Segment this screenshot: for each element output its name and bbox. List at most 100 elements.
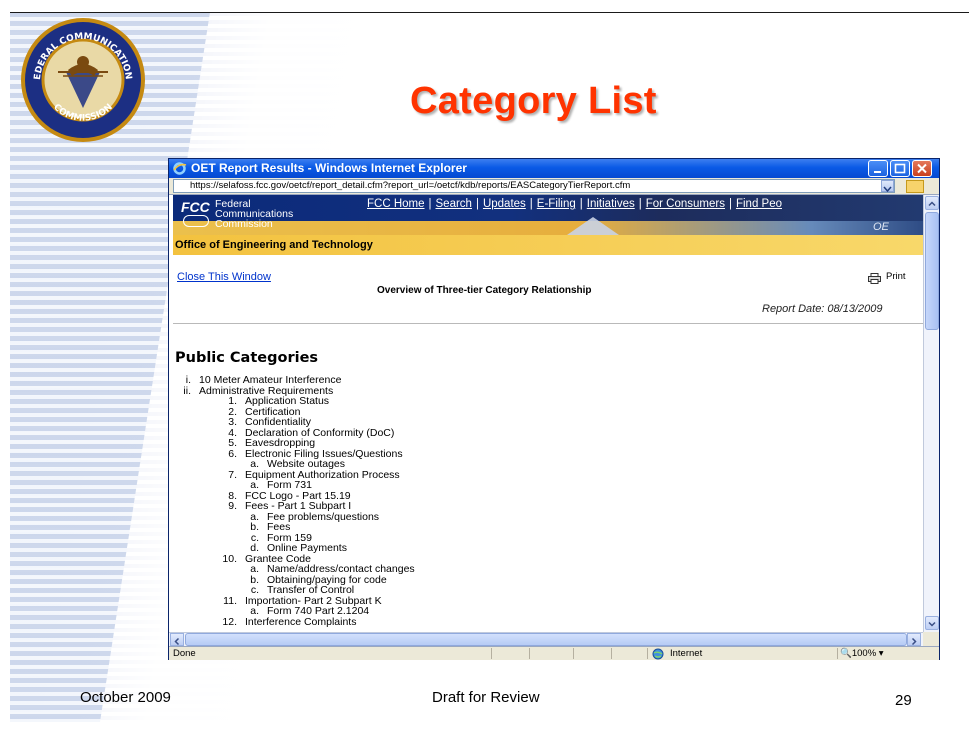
fcc-org-name: Federal Communications Commission (215, 199, 293, 230)
status-divider (491, 648, 492, 659)
fcc-org-name-line3: Commission (215, 218, 273, 230)
category-item-number: 9. (228, 500, 237, 512)
category-item-label: Website outages (267, 458, 346, 470)
maximize-button[interactable] (890, 160, 910, 177)
fcc-top-nav: FCC Home | Search | Updates | E-Filing | Initiat… (367, 198, 782, 210)
category-item-number: 7. (228, 468, 237, 481)
minimize-button[interactable] (868, 160, 888, 177)
category-item-label: Eavesdropping (245, 437, 316, 449)
category-item-label: Interference Complaints (245, 615, 357, 628)
slide: FEDERAL COMMUNICATIONS COMMISSION Catego… (0, 0, 969, 732)
nav-separator: | (428, 198, 432, 210)
status-divider (647, 648, 648, 659)
nav-link-fcc-home[interactable]: FCC Home (367, 198, 425, 210)
zoom-level: 100% (851, 648, 877, 659)
security-zone[interactable]: Internet (650, 647, 702, 660)
status-divider (837, 648, 838, 659)
category-item-label: Fees (267, 521, 291, 533)
scroll-up-button[interactable] (925, 196, 939, 210)
category-item-number: 10. (222, 552, 237, 565)
window-title: OET Report Results - Windows Internet Ex… (191, 161, 467, 175)
nav-link-initiatives[interactable]: Initiatives (587, 198, 635, 210)
category-item-label: Application Status (245, 395, 330, 407)
nav-separator: | (529, 198, 533, 210)
chevron-up-icon (928, 201, 936, 207)
report-date: Report Date: 08/13/2009 (762, 303, 883, 315)
nav-link-for-consumers[interactable]: For Consumers (646, 198, 725, 210)
category-item-number: ii. (183, 384, 191, 397)
scroll-down-button[interactable] (925, 616, 939, 630)
category-item-number: a. (250, 563, 259, 575)
horizontal-scroll-thumb[interactable] (185, 633, 907, 646)
url-input[interactable]: https://selafoss.fcc.gov/oetcf/report_de… (173, 179, 895, 193)
slide-top-rule (10, 12, 969, 13)
globe-icon (652, 648, 664, 660)
chevron-down-icon (883, 186, 892, 193)
slide-title: Category List (410, 80, 657, 122)
security-zone-label: Internet (670, 648, 703, 659)
oe-mark: OE (873, 221, 889, 233)
category-item-number: 11. (223, 594, 237, 607)
ie-browser-window[interactable]: OET Report Results - Windows Internet Ex… (168, 158, 940, 660)
fcc-logo[interactable]: FCC (181, 199, 210, 215)
scroll-right-button[interactable] (907, 633, 921, 646)
nav-link-search[interactable]: Search (436, 198, 472, 210)
minimize-icon (874, 171, 881, 173)
nav-separator: | (728, 198, 732, 210)
footer-date: October 2009 (80, 689, 171, 706)
zoom-icon: 🔍 (840, 648, 852, 659)
category-item-label: Online Payments (267, 542, 347, 554)
category-item-number: c. (250, 584, 259, 596)
footer-page-number: 29 (895, 692, 912, 709)
category-item-number: 5. (228, 437, 237, 449)
status-text: Done (173, 648, 196, 659)
category-item-number: a. (250, 479, 259, 491)
scroll-left-button[interactable] (170, 633, 184, 646)
category-item-label: 10 Meter Amateur Interference (199, 374, 342, 386)
nav-link-e-filing[interactable]: E-Filing (537, 198, 576, 210)
close-window-button[interactable] (912, 160, 932, 177)
nav-link-updates[interactable]: Updates (483, 198, 526, 210)
close-icon (917, 163, 927, 174)
page-viewport: FCC Federal Communications Commission FC… (169, 195, 923, 632)
category-item-number: 6. (228, 447, 237, 460)
category-item-label: Confidentiality (245, 416, 311, 428)
fcc-header-banner: FCC Federal Communications Commission FC… (173, 195, 923, 235)
status-divider (573, 648, 574, 659)
print-link[interactable]: Print (886, 271, 906, 282)
nav-separator: | (638, 198, 642, 210)
category-item-number: i. (185, 374, 191, 386)
fcc-seal-logo: FEDERAL COMMUNICATIONS COMMISSION (18, 12, 145, 142)
zoom-level-button[interactable]: 🔍100% ▾ (840, 647, 884, 660)
category-item-number: 3. (228, 416, 237, 428)
category-item-label: Transfer of Control (267, 584, 355, 596)
footer-draft-label: Draft for Review (432, 689, 540, 706)
category-item-label: Fees - Part 1 Subpart I (245, 500, 352, 512)
report-title: Overview of Three-tier Category Relation… (377, 285, 592, 296)
status-bar: Done Internet 🔍100% ▾ (169, 646, 939, 660)
vertical-scrollbar[interactable] (923, 195, 939, 632)
category-item-number: a. (250, 458, 259, 470)
category-item-label: Form 740 Part 2.1204 (267, 605, 370, 617)
address-bar: https://selafoss.fcc.gov/oetcf/report_de… (169, 178, 939, 195)
status-divider (611, 648, 612, 659)
category-item-number: 1. (228, 395, 237, 407)
printer-icon[interactable] (868, 273, 881, 284)
scrollbar-corner (923, 632, 939, 646)
nav-link-find-people[interactable]: Find Peo (736, 198, 782, 210)
category-item-label: Name/address/contact changes (267, 563, 415, 575)
category-item-number: b. (250, 521, 259, 533)
close-this-window-link[interactable]: Close This Window (177, 271, 271, 283)
fcc-logo-ring (183, 215, 209, 227)
address-dropdown-button[interactable] (881, 180, 894, 193)
vertical-scroll-thumb[interactable] (925, 212, 939, 330)
security-lock-icon[interactable] (906, 180, 924, 193)
chevron-down-icon (928, 621, 936, 627)
window-titlebar[interactable]: OET Report Results - Windows Internet Ex… (169, 159, 939, 178)
fcc-pyramid-graphic (567, 217, 619, 235)
category-item-number: a. (250, 605, 259, 617)
category-item-number: 12. (222, 615, 237, 628)
nav-separator: | (579, 198, 583, 210)
category-item-label: Form 731 (267, 479, 312, 491)
horizontal-scrollbar[interactable] (169, 632, 923, 646)
